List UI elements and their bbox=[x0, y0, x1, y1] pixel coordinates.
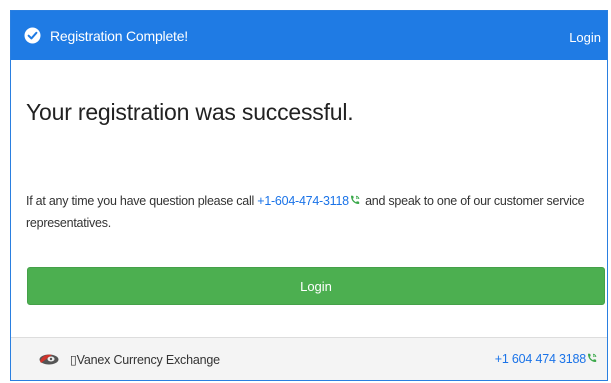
success-headline: Your registration was successful. bbox=[26, 99, 354, 125]
footer-phone-number: +1 604 474 3188 bbox=[494, 352, 586, 366]
phone-icon bbox=[350, 195, 360, 204]
message-text-before: If at any time you have question please … bbox=[26, 194, 258, 208]
panel-footer: ▯Vanex Currency Exchange +1 604 474 3188 bbox=[11, 337, 607, 380]
header-login-link[interactable]: Login bbox=[569, 30, 601, 45]
panel-header: Registration Complete! Login bbox=[11, 11, 607, 60]
footer-brand: ▯Vanex Currency Exchange bbox=[38, 352, 220, 367]
registration-panel: Registration Complete! Login Your regist… bbox=[10, 10, 608, 381]
support-message: If at any time you have question please … bbox=[26, 190, 601, 234]
brand-logo bbox=[39, 354, 59, 365]
login-button[interactable]: Login bbox=[27, 267, 605, 305]
footer-phone-link[interactable]: +1 604 474 3188 bbox=[495, 352, 599, 366]
footer-phone-icon bbox=[588, 353, 597, 362]
check-circle-icon bbox=[24, 27, 41, 44]
support-phone-link[interactable]: +1-604-474-3118 bbox=[257, 194, 349, 208]
header-title: Registration Complete! bbox=[50, 27, 188, 44]
brand-name: ▯Vanex Currency Exchange bbox=[70, 352, 220, 367]
header-title-group: Registration Complete! bbox=[24, 27, 188, 44]
